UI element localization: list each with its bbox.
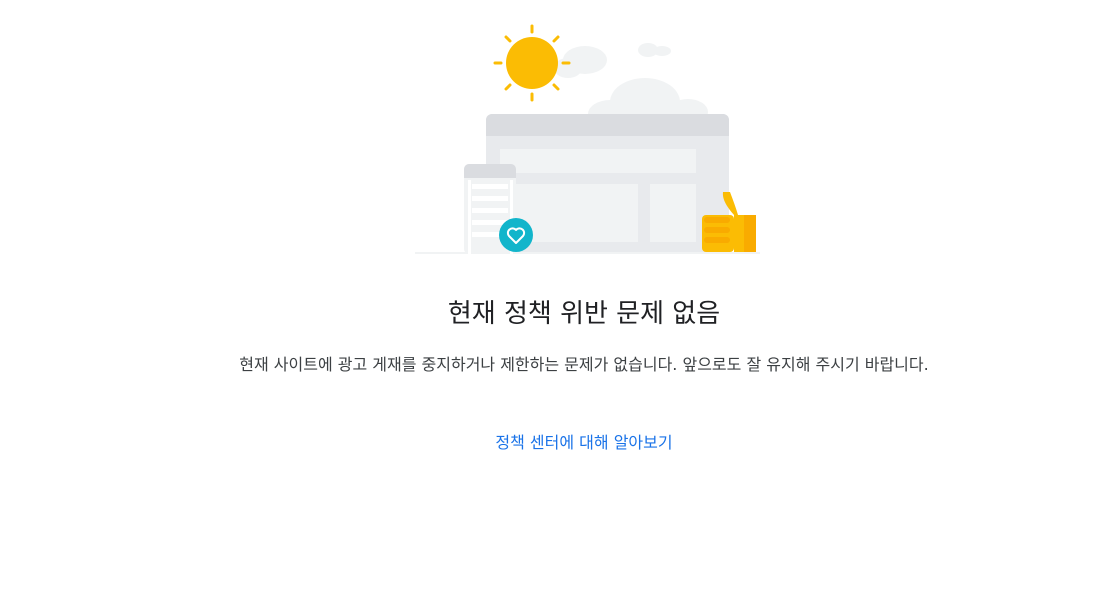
page-title: 현재 정책 위반 문제 없음 [447,299,721,329]
heart-icon [499,218,533,252]
status-description: 현재 사이트에 광고 게재를 중지하거나 제한하는 문제가 없습니다. 앞으로도… [239,355,929,374]
policy-center-link[interactable]: 정책 센터에 대해 알아보기 [495,433,672,452]
sun-icon [493,24,571,102]
policy-center-link-row: 정책 센터에 대해 알아보기 [0,431,1112,455]
no-issues-illustration [400,20,770,260]
